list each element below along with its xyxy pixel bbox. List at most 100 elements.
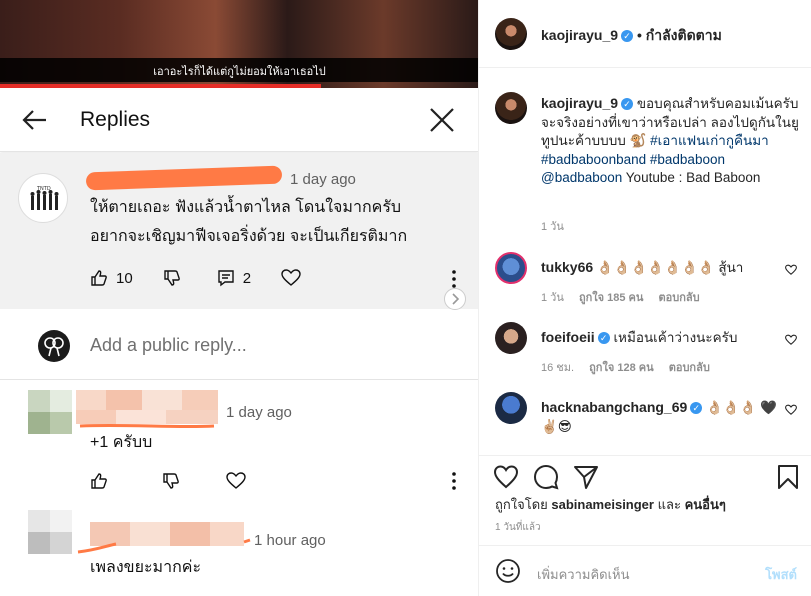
reply-link[interactable]: ตอบกลับ <box>658 292 699 304</box>
heart-icon[interactable] <box>226 472 246 490</box>
author-line: kaojirayu_9 ✓ • กำลังติดตาม <box>541 25 722 47</box>
video-subtitle: เอาอะไรก็ได้แต่กูไม่ยอมให้เอาเธอไป <box>153 66 326 78</box>
share-send-icon[interactable] <box>573 464 599 490</box>
reply-icon[interactable] <box>217 269 235 287</box>
op-reply-count: 2 <box>242 269 252 287</box>
close-icon[interactable] <box>428 106 456 134</box>
blurred-avatar <box>28 510 72 554</box>
thumbs-down-icon[interactable] <box>163 269 181 287</box>
more-options-icon[interactable] <box>452 270 456 288</box>
reply-text: +1 ครับบ <box>90 434 153 451</box>
bookmark-icon[interactable] <box>775 464 801 490</box>
scroll-right-button[interactable] <box>444 288 466 310</box>
verified-badge-icon: ✓ <box>621 30 634 43</box>
band-logo-icon: TNTD <box>30 186 59 210</box>
hashtag-link[interactable]: #badbaboon <box>650 152 725 167</box>
like-comment-heart-icon[interactable] <box>785 264 797 276</box>
mention-link[interactable]: @badbaboon <box>541 170 622 185</box>
author-username[interactable]: kaojirayu_9 <box>541 27 618 43</box>
liked-by-user-link[interactable]: sabinameisinger <box>551 497 654 512</box>
author-avatar[interactable] <box>495 18 527 50</box>
thumbs-up-icon[interactable] <box>90 472 108 490</box>
reply-link[interactable]: ตอบกลับ <box>669 362 710 374</box>
more-options-icon[interactable] <box>452 472 456 490</box>
comment-bubble-icon[interactable] <box>533 464 559 490</box>
op-text-line-1: ให้ตายเถอะ ฟังแล้วน้ำตาไหล โดนใจมากครับ <box>90 199 402 216</box>
verified-badge-icon: ✓ <box>621 98 634 111</box>
comment-input[interactable]: เพิ่มความคิดเห็น <box>537 564 630 585</box>
op-avatar[interactable]: TNTD <box>18 173 68 223</box>
hashtag-link[interactable]: #เอาแฟนเก่ากูคืนมา <box>650 133 769 148</box>
op-time: 1 day ago <box>290 171 356 188</box>
post-header: kaojirayu_9 ✓ • กำลังติดตาม <box>479 0 811 68</box>
post-age: 1 วันที่แล้ว <box>495 522 541 533</box>
comment-time: 1 วัน <box>541 292 564 304</box>
caption-avatar[interactable] <box>495 92 527 124</box>
comment-text: เหมือนเค้าว่างนะครับ <box>613 330 738 345</box>
original-comment: TNTD 1 day ago ให้ตายเถอะ ฟังแล้วน้ำตาไห… <box>0 153 478 310</box>
commenter-avatar[interactable] <box>495 322 527 354</box>
comment-body: foeifoeii ✓ เหมือนเค้าว่างนะครับ <box>541 328 781 347</box>
user-avatar-icon <box>44 337 64 357</box>
commenter-username[interactable]: hacknabangchang_69 <box>541 399 687 415</box>
like-comment-heart-icon[interactable] <box>785 404 797 416</box>
redacted-username <box>77 522 251 554</box>
blurred-avatar <box>28 390 72 434</box>
commenter-avatar[interactable] <box>495 252 527 284</box>
emoji-smiley-icon[interactable] <box>495 558 521 584</box>
op-actions: 10 2 <box>90 269 301 287</box>
chevron-right-icon <box>452 293 460 305</box>
comment-meta: 1 วัน ถูกใจ 185 คน ตอบกลับ <box>541 288 712 306</box>
reply-item: 1 day ago +1 ครับบ <box>0 382 478 506</box>
comment-time: 16 ชม. <box>541 362 575 374</box>
commenter-username[interactable]: foeifoeii <box>541 329 595 345</box>
comment-meta: 16 ชม. ถูกใจ 128 คน ตอบกลับ <box>541 358 722 376</box>
caption-tail: Youtube : Bad Baboon <box>625 170 761 185</box>
comment-likes[interactable]: ถูกใจ 185 คน <box>579 292 643 304</box>
verified-badge-icon: ✓ <box>690 402 703 415</box>
back-arrow-icon[interactable] <box>20 106 48 134</box>
add-reply-row[interactable]: Add a public reply... <box>0 310 478 380</box>
follow-status-button[interactable]: • กำลังติดตาม <box>637 27 722 43</box>
liked-by-prefix: ถูกใจโดย <box>495 497 548 512</box>
commenter-username[interactable]: tukky66 <box>541 259 593 275</box>
current-user-avatar <box>38 330 70 362</box>
reply-item: 1 hour ago เพลงขยะมากค่ะ <box>0 506 478 596</box>
thumbs-up-icon[interactable] <box>90 269 108 287</box>
post-comment-button[interactable]: โพสต์ <box>765 564 797 585</box>
comment-body: tukky66 👌🏼👌🏼👌🏼👌🏼👌🏼👌🏼👌🏼 สู้นา <box>541 258 781 277</box>
reply-time: 1 hour ago <box>254 532 326 549</box>
reply-text: เพลงขยะมากค่ะ <box>90 559 202 576</box>
like-comment-heart-icon[interactable] <box>785 334 797 346</box>
post-action-bar <box>479 455 811 495</box>
like-heart-icon[interactable] <box>493 464 519 490</box>
commenter-avatar[interactable] <box>495 392 527 424</box>
liked-by-others-link[interactable]: คนอื่นๆ <box>685 497 726 512</box>
replies-header: Replies <box>0 88 478 152</box>
comment-body: hacknabangchang_69 ✓ 👌🏼👌🏼👌🏼 🖤✌🏼😎 <box>541 398 791 436</box>
liked-by-and: และ <box>657 497 681 512</box>
reply-actions <box>90 472 246 490</box>
reply-time: 1 day ago <box>226 404 292 421</box>
thumbs-down-icon[interactable] <box>162 472 180 490</box>
caption-body: kaojirayu_9 ✓ ขอบคุณสำหรับคอมเม้นครับ จะจ… <box>541 94 803 188</box>
op-text-line-2: อยากจะเชิญมาฟีจเจอริ่งด้วย จะเป็นเกียรติ… <box>90 228 408 245</box>
liked-by-line: ถูกใจโดย sabinameisinger และ คนอื่นๆ <box>495 494 726 515</box>
verified-badge-icon: ✓ <box>597 332 610 345</box>
caption-username[interactable]: kaojirayu_9 <box>541 95 618 111</box>
op-comment-text: ให้ตายเถอะ ฟังแล้วน้ำตาไหล โดนใจมากครับ … <box>90 193 450 251</box>
instagram-post-panel: kaojirayu_9 ✓ • กำลังติดตาม kaojirayu_9 ✓ … <box>479 0 811 596</box>
op-like-count: 10 <box>116 269 133 287</box>
comment-text: 👌🏼👌🏼👌🏼👌🏼👌🏼👌🏼👌🏼 สู้นา <box>596 260 744 275</box>
comment-likes[interactable]: ถูกใจ 128 คน <box>589 362 653 374</box>
hashtag-link[interactable]: #badbaboonband <box>541 152 646 167</box>
redacted-username <box>76 390 218 429</box>
caption-age: 1 วัน <box>541 221 564 233</box>
replies-title: Replies <box>80 108 151 131</box>
redacted-username <box>85 165 283 191</box>
video-frame[interactable]: เอาอะไรก็ได้แต่กูไม่ยอมให้เอาเธอไป <box>0 0 478 88</box>
post-media: เอาอะไรก็ได้แต่กูไม่ยอมให้เอาเธอไป Repli… <box>0 0 479 596</box>
add-comment-row: เพิ่มความคิดเห็น โพสต์ <box>479 545 811 596</box>
reply-input[interactable]: Add a public reply... <box>90 335 247 356</box>
heart-icon[interactable] <box>281 269 301 287</box>
